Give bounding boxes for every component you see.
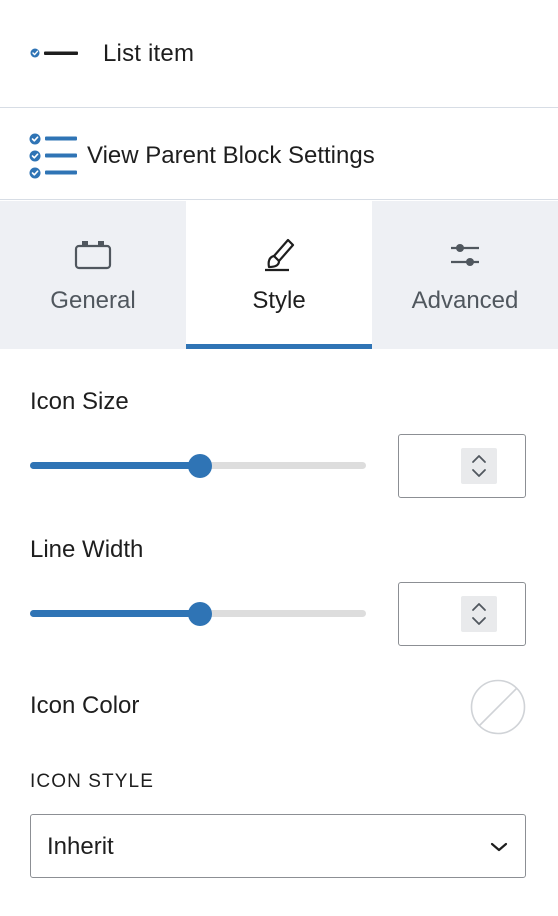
tab-advanced-label: Advanced xyxy=(411,287,519,314)
settings-tabs: General Style Advanced xyxy=(0,201,558,349)
brush-icon xyxy=(265,238,295,272)
icon-size-input[interactable] xyxy=(398,434,526,498)
slider-thumb[interactable] xyxy=(187,454,212,478)
tab-advanced[interactable]: Advanced xyxy=(372,201,558,349)
icon-style-heading: ICON STYLE xyxy=(30,771,154,792)
toolbox-icon xyxy=(74,241,112,270)
tab-general[interactable]: General xyxy=(0,201,186,349)
number-stepper[interactable] xyxy=(461,596,497,632)
icon-size-label: Icon Size xyxy=(30,388,129,415)
list-item-icon xyxy=(30,48,78,58)
icon-size-slider[interactable] xyxy=(30,450,366,480)
view-parent-block-settings-button[interactable]: View Parent Block Settings xyxy=(0,109,558,200)
block-header: List item xyxy=(0,0,558,108)
tab-style-label: Style xyxy=(252,287,306,314)
block-settings-panel: List item View Parent Block Settings Gen… xyxy=(0,0,558,916)
line-width-input[interactable] xyxy=(398,582,526,646)
icon-color-label: Icon Color xyxy=(30,692,140,719)
icon-style-selected-value: Inherit xyxy=(47,833,114,860)
chevron-down-icon xyxy=(490,842,508,852)
stepper-arrows-icon xyxy=(472,455,486,477)
stepper-arrows-icon xyxy=(472,603,486,625)
checklist-icon xyxy=(29,133,77,179)
tab-general-label: General xyxy=(50,287,136,314)
tab-style[interactable]: Style xyxy=(186,201,372,349)
block-title: List item xyxy=(103,40,195,67)
slider-fill xyxy=(30,610,200,617)
view-parent-block-settings-label: View Parent Block Settings xyxy=(87,142,375,169)
line-width-label: Line Width xyxy=(30,536,144,563)
slider-fill xyxy=(30,462,200,469)
icon-color-swatch[interactable] xyxy=(470,679,526,735)
number-stepper[interactable] xyxy=(461,448,497,484)
slider-thumb[interactable] xyxy=(187,602,212,626)
icon-style-select[interactable]: Inherit xyxy=(30,814,526,878)
line-width-slider[interactable] xyxy=(30,598,366,628)
sliders-icon xyxy=(451,244,479,266)
